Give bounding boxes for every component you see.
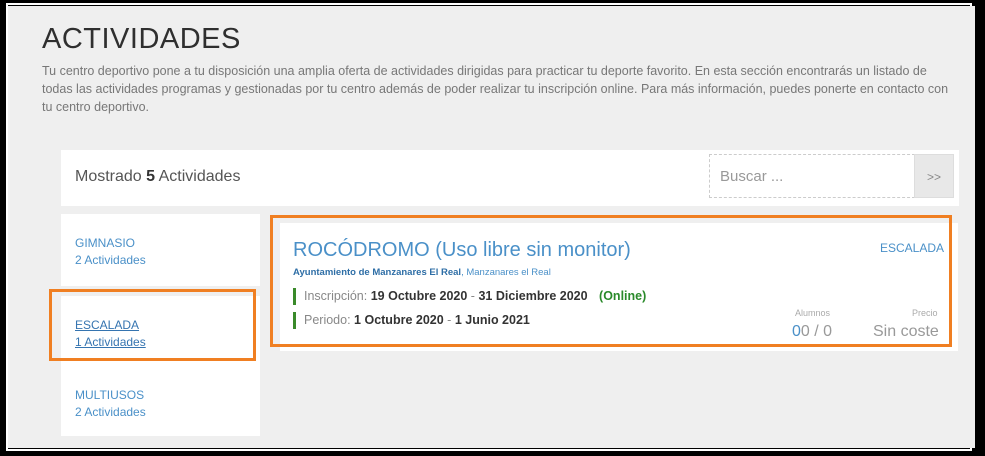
results-count: Mostrado 5 Actividades (75, 168, 240, 186)
results-suffix: Actividades (158, 168, 241, 185)
results-prefix: Mostrado (75, 168, 142, 185)
category-count[interactable]: 2 Actividades (75, 253, 146, 267)
search-button[interactable]: >> (914, 154, 954, 198)
results-number: 5 (146, 168, 156, 185)
category-count[interactable]: 2 Actividades (75, 405, 146, 419)
page-content: ACTIVIDADES Tu centro deportivo pone a t… (8, 6, 975, 448)
results-bar: Mostrado 5 Actividades Buscar ... >> (61, 150, 959, 206)
page-intro: Tu centro deportivo pone a tu disposició… (42, 64, 949, 114)
page-title: ACTIVIDADES (42, 23, 241, 55)
search-input[interactable]: Buscar ... (709, 154, 915, 198)
category-multiusos[interactable]: MULTIUSOS 2 Actividades (61, 366, 260, 436)
highlight-category (49, 289, 256, 361)
category-name[interactable]: GIMNASIO (75, 236, 135, 250)
category-name[interactable]: MULTIUSOS (75, 388, 144, 402)
highlight-activity (270, 215, 952, 347)
search-placeholder: Buscar ... (720, 168, 784, 185)
category-gimnasio[interactable]: GIMNASIO 2 Actividades (61, 214, 260, 286)
